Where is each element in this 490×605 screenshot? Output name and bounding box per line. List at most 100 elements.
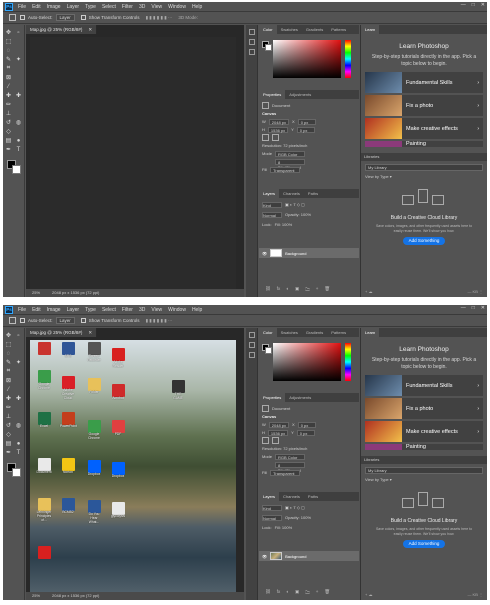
desktop-icon[interactable]: BCMB2 [60, 498, 76, 515]
dodge-icon[interactable]: ● [15, 440, 22, 447]
landscape-icon[interactable] [272, 134, 279, 141]
library-dropdown[interactable]: My Library [365, 467, 483, 474]
lasso-icon[interactable]: ◌ [5, 47, 12, 54]
layer-row-background[interactable]: 👁 Background [259, 248, 359, 258]
desktop-icon[interactable]: PDF [110, 420, 126, 437]
stamp-icon[interactable]: ⊥ [5, 110, 12, 117]
tab-adjustments[interactable]: Adjustments [285, 92, 315, 97]
kind-filter[interactable]: Kind [262, 201, 282, 208]
library-footer-actions[interactable]: + ☁ [365, 289, 372, 294]
menu-help[interactable]: Help [192, 4, 202, 10]
pen-icon[interactable]: ✒ [5, 146, 12, 153]
patch-icon[interactable]: ✚ [15, 395, 22, 402]
delete-layer-icon[interactable]: 🗑 [324, 286, 330, 294]
hue-slider[interactable] [345, 343, 351, 381]
menu-3d[interactable]: 3D [139, 307, 145, 313]
transform-controls-checkbox[interactable] [80, 15, 86, 20]
x-field[interactable]: 0 px [297, 118, 316, 125]
maximize-button[interactable]: □ [472, 2, 475, 8]
tab-gradients[interactable]: Gradients [302, 27, 327, 32]
close-button[interactable]: ✕ [481, 2, 485, 8]
eyedropper-icon[interactable]: ⁄ [5, 386, 12, 393]
landscape-icon[interactable] [272, 437, 279, 444]
canvas-section[interactable]: Canvas [262, 110, 356, 117]
visibility-eye-icon[interactable]: 👁 [262, 251, 267, 256]
frame-icon[interactable]: ⊠ [5, 377, 12, 384]
desktop-icon[interactable]: Google Chrome [86, 420, 102, 441]
tab-paths[interactable]: Paths [304, 191, 322, 196]
tab-color[interactable]: Color [259, 25, 277, 34]
portrait-icon[interactable] [262, 134, 269, 141]
lasso-icon[interactable]: ◌ [5, 350, 12, 357]
desktop-icon[interactable]: SRS [60, 342, 76, 359]
healing-icon[interactable]: ✚ [5, 92, 12, 99]
close-button[interactable]: ✕ [481, 305, 485, 311]
tab-swatches[interactable]: Swatches [277, 330, 302, 335]
tab-gradients[interactable]: Gradients [302, 330, 327, 335]
tutorial-painting[interactable]: Painting [365, 141, 483, 147]
tab-color[interactable]: Color [259, 328, 277, 337]
magic-wand-icon[interactable]: ✦ [15, 359, 22, 366]
menu-select[interactable]: Select [102, 4, 116, 10]
mask-icon[interactable]: ▣ [295, 589, 299, 597]
history-brush-icon[interactable]: ↺ [5, 119, 12, 126]
auto-select-checkbox[interactable] [20, 15, 25, 20]
color-bg-swatch[interactable] [265, 44, 272, 51]
desktop-icon[interactable]: Adobe Creative Cloud [60, 376, 76, 400]
tab-swatches[interactable]: Swatches [277, 27, 302, 32]
move-tool-icon[interactable] [9, 317, 16, 324]
history-panel-icon[interactable] [248, 29, 255, 35]
filter-icons[interactable]: ▣ ◐ T ◇ ▢ [285, 202, 305, 207]
visibility-eye-icon[interactable]: 👁 [262, 554, 267, 559]
desktop-icon[interactable] [36, 342, 52, 355]
canvas-section[interactable]: Canvas [262, 413, 356, 420]
mask-icon[interactable]: ▣ [295, 286, 299, 294]
desktop-icon[interactable]: Google Chrome [36, 370, 52, 391]
fx-icon[interactable]: fx [277, 589, 281, 597]
layer-dropdown[interactable]: Layer [55, 14, 75, 21]
desktop-icon[interactable]: glycolysis [110, 502, 126, 519]
menu-edit[interactable]: Edit [32, 4, 41, 10]
menu-help[interactable]: Help [192, 307, 202, 313]
document-tab[interactable]: Map.jpg @ 25% (RGB/8#) ✕ [26, 25, 98, 34]
menu-select[interactable]: Select [102, 307, 116, 313]
history-panel-icon[interactable] [248, 332, 255, 338]
background-color-swatch[interactable] [12, 468, 21, 477]
menu-type[interactable]: Type [85, 4, 96, 10]
add-something-button[interactable]: Add Something [403, 540, 445, 548]
adjustment-layer-icon[interactable]: ◐ [286, 286, 289, 294]
transform-controls-checkbox[interactable] [80, 318, 86, 323]
color-picker-field[interactable] [273, 343, 341, 381]
tutorial-fundamental-skills[interactable]: Fundamental Skills › [365, 72, 483, 93]
brush-panel-icon[interactable] [248, 342, 255, 348]
align-icons[interactable]: ▮ ▮ ▮ ▮ ▮ ▮ ⋯ [146, 15, 173, 21]
crop-icon[interactable]: ⌗ [5, 65, 12, 72]
width-field[interactable]: 2048 px [268, 421, 290, 428]
y-field[interactable]: 0 px [296, 429, 315, 436]
link-layers-icon[interactable]: ⛓ [265, 286, 271, 294]
fx-icon[interactable]: fx [277, 286, 281, 294]
minimize-button[interactable]: — [461, 2, 466, 8]
stamp-icon[interactable]: ⊥ [5, 413, 12, 420]
eraser-icon[interactable]: ◇ [5, 431, 12, 438]
desktop-icon[interactable]: Screen Recorder [86, 342, 102, 363]
blend-mode-select[interactable]: Normal [262, 514, 282, 521]
mode-select[interactable]: RGB Color [275, 150, 306, 157]
delete-layer-icon[interactable]: 🗑 [324, 589, 330, 597]
document-tab[interactable]: Map.jpg @ 25% (RGB/8#) ✕ [26, 328, 98, 337]
add-something-button[interactable]: Add Something [403, 237, 445, 245]
history-brush-icon[interactable]: ↺ [5, 422, 12, 429]
menu-view[interactable]: View [151, 4, 162, 10]
library-footer-actions[interactable]: + ☁ [365, 592, 372, 597]
menu-file[interactable]: File [18, 4, 26, 10]
brush-panel-icon[interactable] [248, 39, 255, 45]
desktop-icon[interactable] [36, 546, 52, 559]
magic-wand-icon[interactable]: ✦ [15, 56, 22, 63]
zoom-level[interactable]: 25% [32, 592, 40, 600]
width-field[interactable]: 2048 px [268, 118, 290, 125]
height-field[interactable]: 1536 px [267, 126, 289, 133]
menu-file[interactable]: File [18, 307, 26, 313]
desktop-icon[interactable]: Document [36, 458, 52, 475]
link-layers-icon[interactable]: ⛓ [265, 589, 271, 597]
tab-learn[interactable]: Learn [361, 328, 380, 337]
